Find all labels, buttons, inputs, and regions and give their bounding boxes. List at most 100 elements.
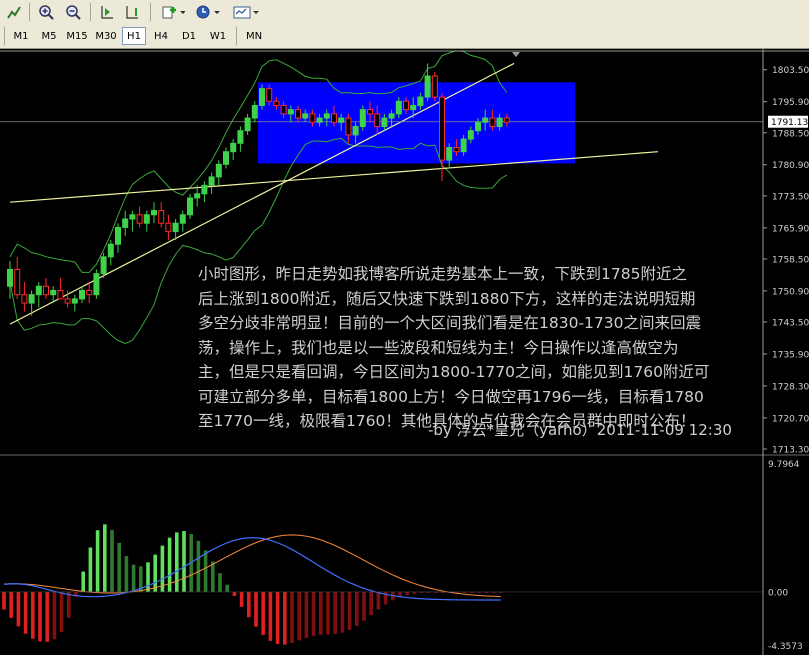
candle-body	[237, 130, 244, 144]
candle-body	[295, 109, 301, 119]
candle	[223, 147, 229, 169]
candle	[21, 282, 28, 312]
timeframe-h1-button[interactable]: H1	[122, 27, 146, 45]
candle-body	[475, 121, 481, 132]
histogram-bar	[218, 573, 222, 592]
candle-body	[467, 130, 474, 140]
price-tick-label: 1758.50	[772, 255, 809, 265]
candle-body	[179, 214, 186, 224]
candle-body	[302, 113, 309, 119]
candle-body	[439, 96, 445, 161]
histogram-bar	[297, 591, 301, 641]
autoscroll-icon[interactable]	[96, 2, 118, 22]
price-tick-label: 1728.30	[772, 382, 809, 392]
candle-body	[287, 109, 294, 115]
candle	[107, 240, 114, 266]
candle-body	[172, 222, 179, 233]
analysis-annotation: 小时图形，昨日走势如我博客所说走势基本上一致，下跌到1785附近之 后上涨到18…	[198, 262, 768, 434]
chart-shift-icon[interactable]	[121, 2, 143, 22]
histogram-bar	[124, 556, 129, 592]
template-icon[interactable]	[231, 2, 261, 22]
timeframe-m5-button[interactable]: M5	[36, 27, 62, 45]
histogram-bar	[333, 591, 337, 634]
histogram-bar	[31, 591, 35, 639]
candle	[115, 223, 121, 253]
timeframe-m15-button[interactable]: M15	[64, 27, 90, 45]
candle	[446, 143, 453, 169]
candle-body	[410, 104, 417, 111]
candle-body	[79, 289, 85, 300]
timeframe-m1-button[interactable]: M1	[8, 27, 34, 45]
timeframe-m30-button[interactable]: M30	[92, 27, 120, 45]
histogram-bar	[290, 591, 294, 644]
timeframe-h4-button[interactable]: H4	[148, 27, 174, 45]
timeframe-d1-button[interactable]: D1	[176, 27, 202, 45]
candle-body	[367, 109, 373, 115]
histogram-bar	[110, 530, 114, 592]
annotation-line: 主，但是只是看回调，今日区间为1800-1770之间，如能见到1760附近可	[198, 363, 710, 381]
candle-body	[71, 298, 78, 304]
candle-body	[460, 138, 467, 153]
candle	[251, 101, 258, 123]
histogram-bar	[38, 591, 42, 642]
histogram-bar	[182, 531, 186, 592]
chart-toolbar	[0, 0, 809, 25]
candle	[57, 277, 64, 300]
histogram-bar	[196, 540, 201, 592]
histogram-bar	[275, 591, 280, 645]
timeframe-w1-button[interactable]: W1	[204, 27, 232, 45]
candle-body	[158, 210, 165, 224]
toolbar-divider	[236, 27, 237, 45]
zoom-in-icon[interactable]	[35, 2, 57, 22]
histogram-bar	[23, 591, 28, 634]
histogram-bar	[304, 591, 309, 638]
candle-body	[223, 151, 229, 165]
candle	[122, 210, 129, 236]
price-tick-label: 1765.90	[772, 224, 809, 234]
candle-body	[359, 109, 366, 127]
candle-body	[14, 268, 21, 296]
candle-body	[208, 176, 215, 186]
candle-body	[453, 147, 460, 153]
period-clock-icon[interactable]	[194, 2, 222, 22]
histogram-bar	[326, 591, 330, 635]
annotation-line: 可建立部分多单，目标看1800上方！今日做空再1796一线，目标看1780	[198, 387, 704, 406]
histogram-bar	[95, 530, 100, 592]
histogram-bar	[211, 561, 215, 592]
zoom-out-icon[interactable]	[62, 2, 84, 22]
price-tick-label: 1713.30	[772, 446, 809, 456]
price-tick-label: 1735.90	[772, 350, 809, 360]
indicators-icon[interactable]	[160, 2, 186, 22]
candle-body	[244, 117, 251, 132]
price-tick-label: 1803.50	[772, 66, 809, 76]
range-box	[258, 82, 575, 164]
candle-body	[143, 214, 150, 224]
candle	[86, 282, 93, 304]
candle	[43, 277, 49, 299]
timeframe-mn-button[interactable]: MN	[240, 27, 268, 45]
candle-body	[489, 117, 496, 127]
candle	[79, 286, 85, 304]
histogram-bar	[362, 591, 366, 621]
candle	[259, 84, 265, 110]
chart-line-icon[interactable]	[3, 2, 25, 22]
price-tick-label: 1773.50	[772, 192, 809, 202]
candle-body	[194, 193, 201, 199]
histogram-bar	[225, 584, 229, 592]
histogram-bar	[146, 562, 150, 592]
candle-body	[187, 197, 193, 216]
histogram-bar	[117, 542, 121, 592]
candle-body	[107, 243, 114, 258]
price-tick-label: 1795.90	[772, 98, 809, 108]
histogram-bar	[59, 591, 64, 632]
histogram-bar	[88, 547, 93, 592]
candle	[136, 206, 143, 228]
toolbar-divider	[90, 3, 91, 21]
annotation-signature: -by 浮云*皇兄（yarho）2011-11-09 12:30	[428, 421, 732, 439]
macd-signal-line	[3, 534, 501, 598]
candle-body	[323, 113, 330, 119]
chart-shift-marker-icon[interactable]	[512, 52, 520, 57]
candle-body	[50, 289, 57, 296]
histogram-bar	[2, 591, 6, 610]
histogram-bar	[405, 591, 409, 596]
